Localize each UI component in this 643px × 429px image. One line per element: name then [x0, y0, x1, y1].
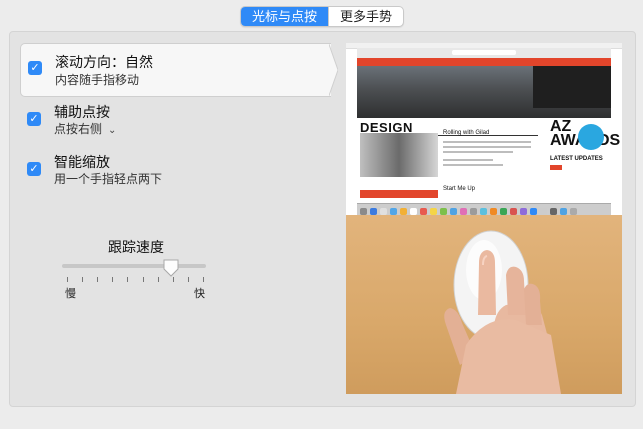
- secondary-click-menu[interactable]: 点按右侧 ⌄: [54, 120, 116, 137]
- gesture-preview-video: DESIGN Rolling with Gilad Start Me Up AZ…: [346, 43, 622, 394]
- option-title: 辅助点按: [54, 104, 110, 120]
- settings-panel: ✓ 滚动方向：自然 内容随手指移动 ✓ 辅助点按 点按右侧 ⌄ ✓ 智能缩放 用一…: [9, 31, 636, 407]
- checkmark-icon: ✓: [29, 163, 39, 175]
- magic-mouse-hand-image: [444, 230, 561, 394]
- latest-heading: LATEST UPDATES: [550, 156, 603, 162]
- option-scroll-direction[interactable]: ✓ 滚动方向：自然 内容随手指移动: [20, 43, 331, 97]
- site-navbar: [357, 58, 611, 66]
- slider-tick: [127, 277, 129, 282]
- article-text-line: [443, 164, 503, 166]
- article-image: [360, 190, 438, 198]
- slider-min-label: 慢: [65, 288, 76, 300]
- slider-thumb-icon[interactable]: [162, 259, 180, 280]
- desk-surface: [346, 215, 622, 394]
- option-subtitle: 内容随手指移动: [55, 73, 140, 87]
- segmented-tabs: 光标与点按 更多手势: [240, 6, 405, 27]
- slider-tick: [203, 277, 204, 282]
- smart-zoom-checkbox[interactable]: ✓: [27, 162, 41, 176]
- slider-max-label: 快: [194, 288, 205, 300]
- slider-tick: [97, 277, 99, 282]
- option-subtitle: 用一个手指轻点两下: [54, 172, 163, 186]
- slider-tick: [157, 277, 159, 282]
- url-bar: [452, 50, 516, 55]
- article-text-line: [443, 159, 493, 161]
- latest-tab: [550, 165, 562, 170]
- article-title: Start Me Up: [443, 186, 476, 192]
- article-title: Rolling with Gilad: [443, 130, 490, 136]
- slider-tick: [142, 277, 144, 282]
- chevron-down-icon: ⌄: [108, 125, 117, 136]
- article-text-line: [443, 146, 531, 148]
- article-image: [360, 133, 438, 177]
- slider-tick: [187, 277, 189, 282]
- dock: [357, 203, 611, 215]
- option-smart-zoom[interactable]: ✓ 智能缩放 用一个手指轻点两下: [20, 150, 330, 190]
- option-title: 滚动方向：自然: [55, 54, 153, 70]
- awards-badge: [578, 124, 604, 150]
- secondary-click-checkbox[interactable]: ✓: [27, 112, 41, 126]
- option-secondary-click[interactable]: ✓ 辅助点按 点按右侧 ⌄: [20, 100, 330, 140]
- option-subtitle: 点按右侧: [54, 122, 103, 136]
- checkmark-icon: ✓: [29, 113, 39, 125]
- hero-overlay: [533, 66, 611, 108]
- option-title: 智能缩放: [54, 154, 110, 170]
- preview-screen: DESIGN Rolling with Gilad Start Me Up AZ…: [346, 43, 622, 215]
- article-text-line: [443, 151, 513, 153]
- slider-tick: [67, 277, 68, 282]
- checkmark-icon: ✓: [30, 62, 40, 74]
- slider-tick: [82, 277, 84, 282]
- article-text-line: [443, 141, 531, 143]
- scroll-direction-checkbox[interactable]: ✓: [28, 61, 42, 75]
- slider-tick: [112, 277, 114, 282]
- tab-more-gestures[interactable]: 更多手势: [328, 7, 403, 26]
- tab-point-and-click[interactable]: 光标与点按: [241, 7, 329, 26]
- hero-image: [357, 66, 611, 118]
- tracking-speed-title: 跟踪速度: [108, 239, 164, 255]
- tracking-speed-slider[interactable]: [62, 264, 206, 268]
